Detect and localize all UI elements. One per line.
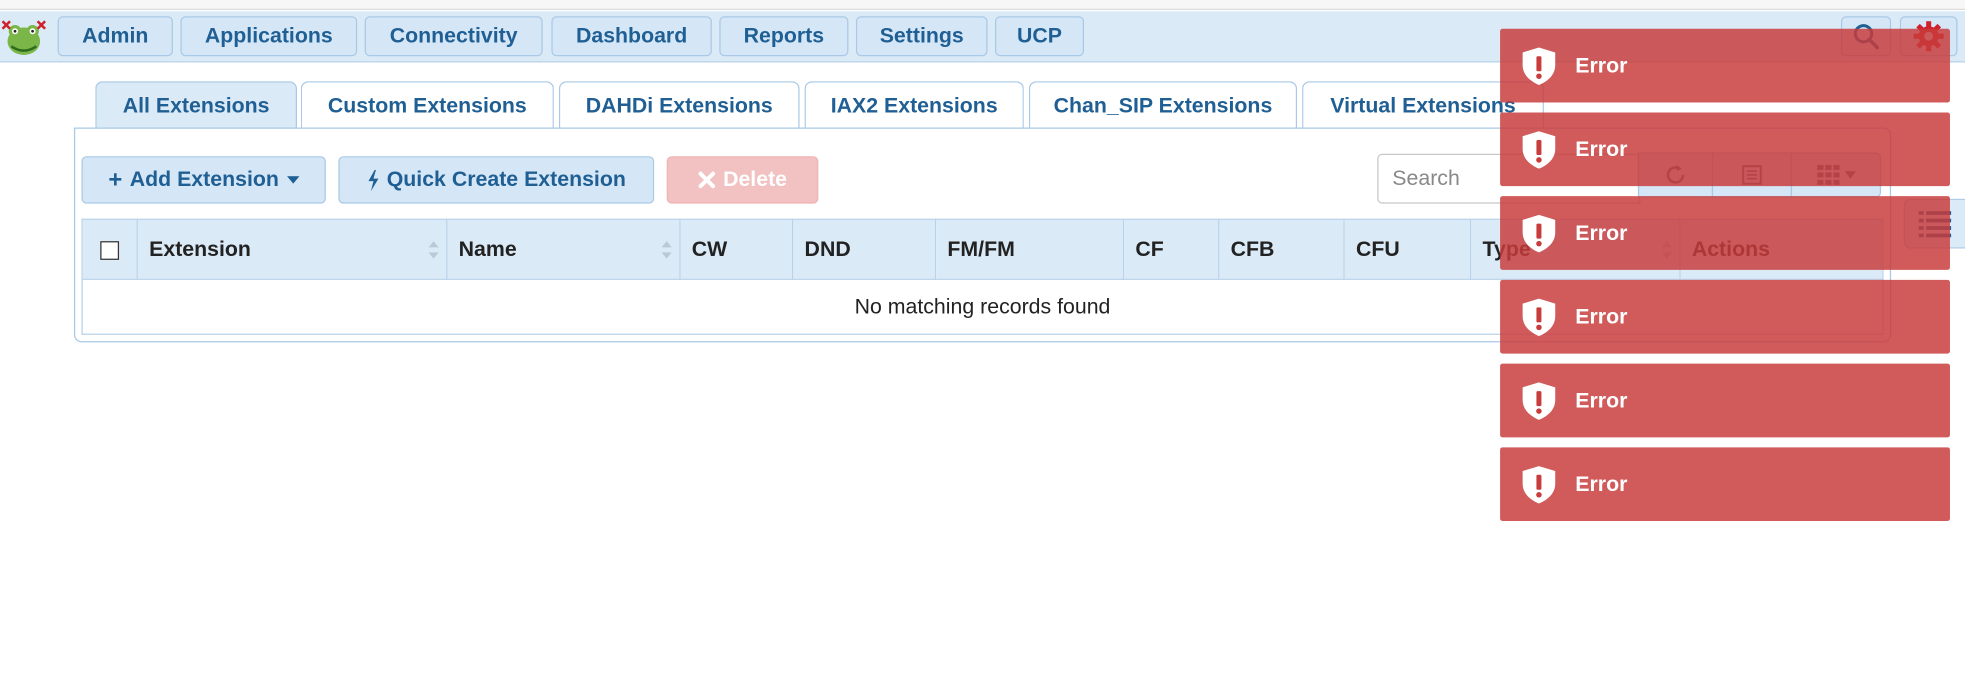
error-notification[interactable]: Error <box>1500 279 1950 354</box>
col-extension-label: Extension <box>149 236 251 261</box>
error-notification[interactable]: Error <box>1500 196 1950 270</box>
sort-icon <box>661 241 672 259</box>
error-notification[interactable]: Error <box>1500 363 1950 438</box>
error-notification[interactable]: Error <box>1500 112 1950 187</box>
col-cfu: CFU <box>1343 218 1472 280</box>
caret-down-icon <box>286 176 299 184</box>
shield-alert-icon <box>1522 130 1556 169</box>
nav-dashboard[interactable]: Dashboard <box>551 16 712 57</box>
col-cf: CF <box>1122 218 1220 280</box>
col-extension[interactable]: Extension <box>136 218 448 280</box>
quick-create-extension-button[interactable]: Quick Create Extension <box>338 156 655 204</box>
col-name-label: Name <box>458 236 517 261</box>
add-extension-label: Add Extension <box>129 167 279 192</box>
bolt-icon <box>367 169 378 191</box>
freepbx-logo-icon[interactable] <box>0 16 48 58</box>
notification-title: Error <box>1575 387 1628 412</box>
nav-ucp[interactable]: UCP <box>995 16 1085 57</box>
add-extension-button[interactable]: + Add Extension <box>81 156 326 204</box>
browser-top-strip <box>0 0 1965 10</box>
nav-reports[interactable]: Reports <box>719 16 849 57</box>
tab-all-extensions[interactable]: All Extensions <box>95 81 298 129</box>
notification-title: Error <box>1575 220 1628 245</box>
nav-applications[interactable]: Applications <box>180 16 358 57</box>
notification-title: Error <box>1575 53 1628 77</box>
col-cfb: CFB <box>1218 218 1345 280</box>
col-cw: CW <box>679 218 794 280</box>
tab-chan-sip-extensions[interactable]: Chan_SIP Extensions <box>1028 81 1298 129</box>
delete-button[interactable]: Delete <box>666 156 819 204</box>
shield-alert-icon <box>1522 465 1556 503</box>
tab-dahdi-extensions[interactable]: DAHDi Extensions <box>558 81 800 129</box>
col-name[interactable]: Name <box>446 218 681 280</box>
close-icon <box>698 171 716 189</box>
tab-iax2-extensions[interactable]: IAX2 Extensions <box>804 81 1024 129</box>
nav-admin[interactable]: Admin <box>57 16 173 57</box>
error-notification[interactable]: Error <box>1500 447 1950 522</box>
nav-connectivity[interactable]: Connectivity <box>364 16 543 57</box>
notification-title: Error <box>1575 304 1628 328</box>
select-all-cell <box>81 218 138 280</box>
notification-title: Error <box>1575 471 1628 496</box>
plus-icon: + <box>108 166 123 194</box>
shield-alert-icon <box>1522 381 1556 420</box>
sort-icon <box>428 241 439 259</box>
shield-alert-icon <box>1522 46 1556 85</box>
tab-custom-extensions[interactable]: Custom Extensions <box>300 81 554 129</box>
nav-settings[interactable]: Settings <box>855 16 988 57</box>
error-notification[interactable]: Error <box>1500 28 1950 103</box>
notification-title: Error <box>1575 136 1628 161</box>
quick-create-label: Quick Create Extension <box>386 167 626 192</box>
col-dnd: DND <box>792 218 937 280</box>
shield-alert-icon <box>1522 298 1556 336</box>
select-all-checkbox[interactable] <box>100 240 120 260</box>
delete-label: Delete <box>723 167 788 192</box>
shield-alert-icon <box>1522 214 1556 252</box>
col-fmfm: FM/FM <box>934 218 1125 280</box>
